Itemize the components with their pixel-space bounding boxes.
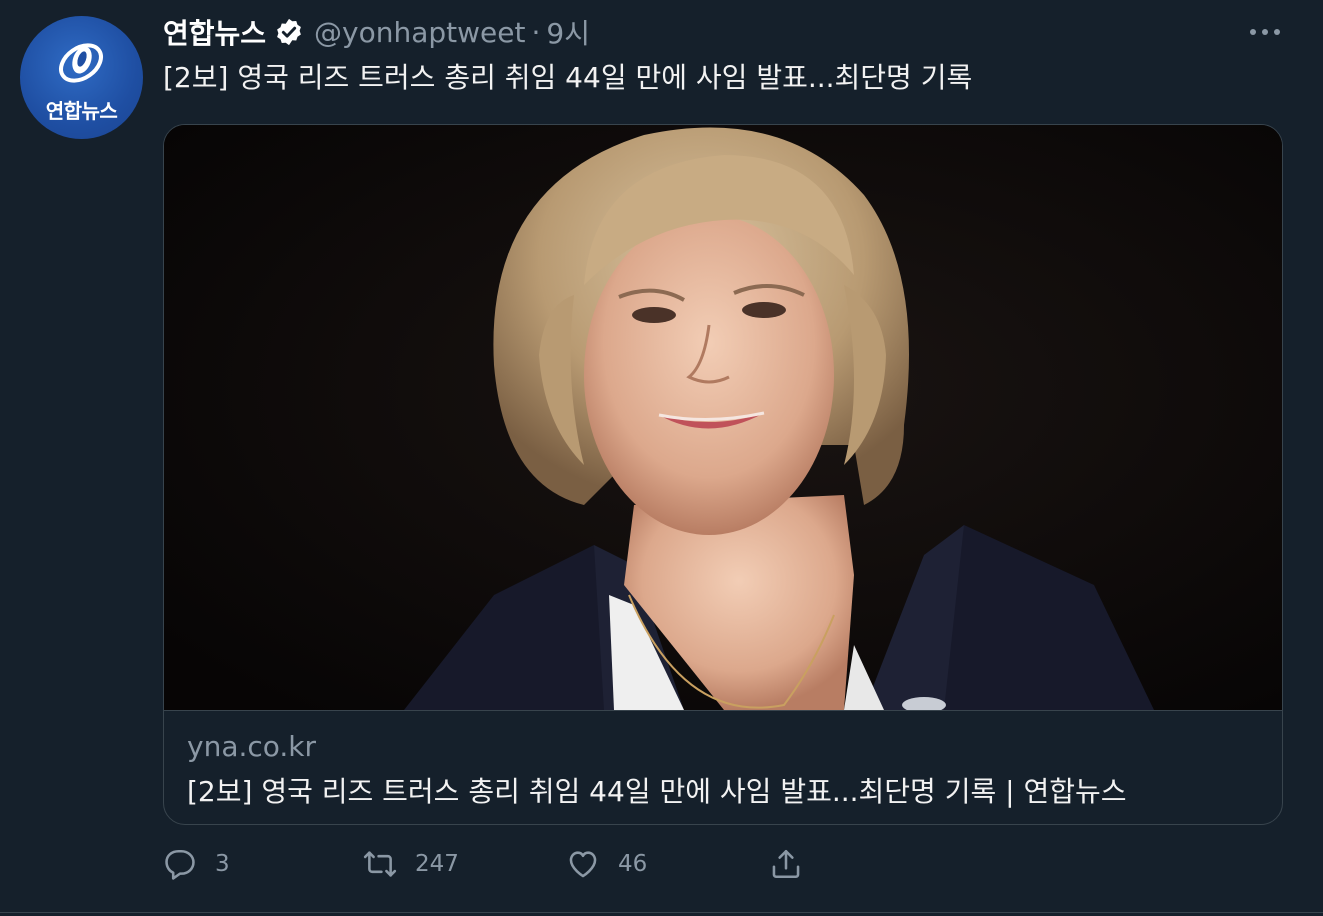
divider (0, 912, 1323, 913)
card-image[interactable] (164, 125, 1282, 711)
link-card[interactable]: yna.co.kr [2보] 영국 리즈 트러스 총리 취임 44일 만에 사임… (163, 124, 1283, 825)
display-name[interactable]: 연합뉴스 (163, 12, 266, 52)
like-button[interactable]: 46 (566, 842, 647, 886)
retweet-button[interactable]: 247 (363, 842, 459, 886)
avatar-logo-text: 연합뉴스 (45, 99, 118, 123)
portrait-photo (164, 125, 1282, 710)
more-horizontal-icon[interactable] (1248, 22, 1282, 42)
yonhap-logo-icon (59, 43, 103, 83)
timestamp[interactable]: 9시 (546, 12, 590, 52)
handle[interactable]: @yonhaptweet (314, 16, 525, 49)
reply-button[interactable]: 3 (163, 842, 230, 886)
card-title: [2보] 영국 리즈 트러스 총리 취임 44일 만에 사임 발표...최단명 … (187, 775, 1127, 808)
share-icon (772, 849, 800, 879)
like-count: 46 (618, 851, 648, 877)
tweet-text: [2보] 영국 리즈 트러스 총리 취임 44일 만에 사임 발표...최단명 … (163, 61, 973, 94)
share-button[interactable] (769, 842, 803, 886)
reply-count: 3 (215, 851, 230, 877)
reply-icon (165, 849, 195, 880)
card-domain: yna.co.kr (187, 730, 317, 763)
verified-badge-icon (277, 18, 301, 46)
tweet[interactable]: 연합뉴스 연합뉴스 @yonhaptweet · 9시 [2보] 영국 리즈 트… (0, 0, 1323, 916)
retweet-count: 247 (415, 851, 459, 877)
avatar[interactable]: 연합뉴스 (20, 16, 143, 139)
separator-dot: · (531, 15, 541, 49)
retweet-icon (363, 851, 397, 877)
tweet-header: 연합뉴스 @yonhaptweet · 9시 (163, 12, 590, 52)
heart-icon (569, 851, 597, 878)
